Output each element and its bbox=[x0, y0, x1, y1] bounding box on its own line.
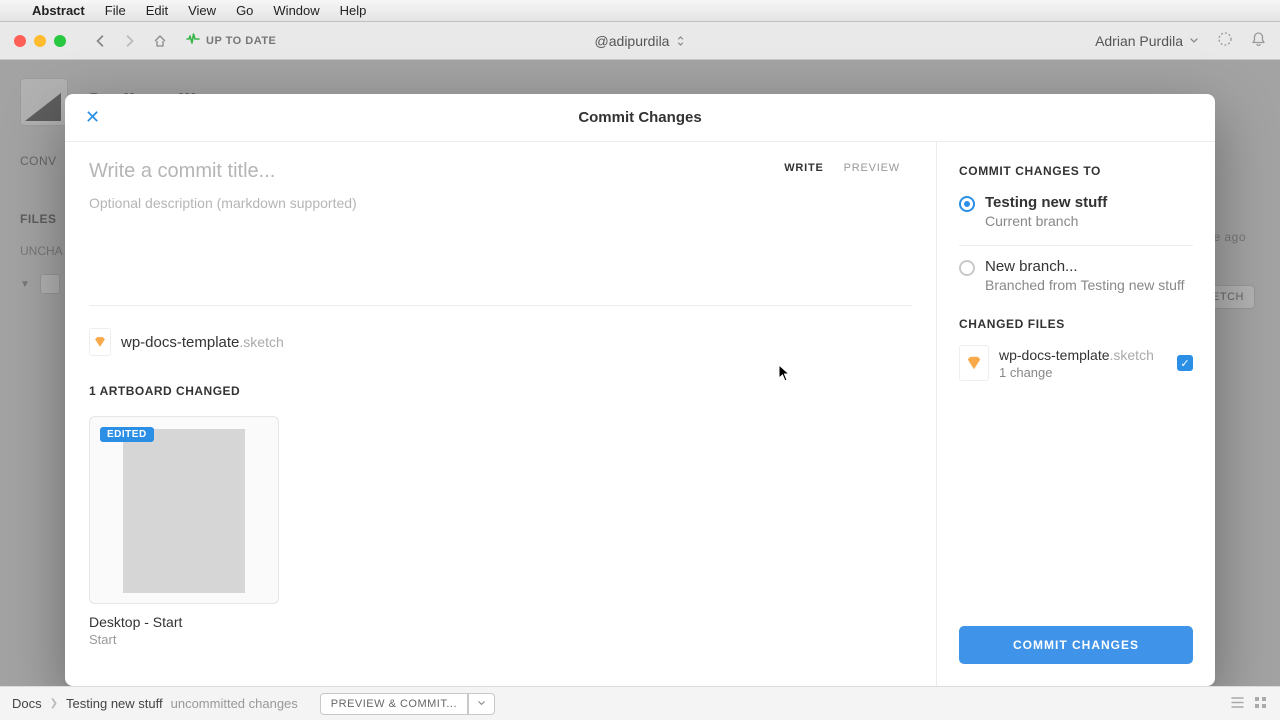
user-name: Adrian Purdila bbox=[1095, 33, 1183, 49]
breadcrumb-branch[interactable]: Testing new stuff bbox=[66, 696, 163, 711]
branch-new-sub: Branched from Testing new stuff bbox=[985, 277, 1184, 293]
sketch-file-icon bbox=[959, 345, 989, 381]
menu-app[interactable]: Abstract bbox=[32, 3, 85, 18]
branch-option-current[interactable]: Testing new stuff Current branch bbox=[959, 194, 1193, 229]
menu-help[interactable]: Help bbox=[340, 3, 367, 18]
changed-file-row[interactable]: wp-docs-template.sketch 1 change ✓ bbox=[959, 345, 1193, 381]
breadcrumb-root[interactable]: Docs bbox=[12, 696, 42, 711]
menu-window[interactable]: Window bbox=[273, 3, 319, 18]
menu-edit[interactable]: Edit bbox=[146, 3, 168, 18]
back-button[interactable] bbox=[88, 29, 112, 53]
grid-view-icon[interactable] bbox=[1253, 695, 1268, 713]
artboard-preview bbox=[123, 429, 245, 593]
changed-file-heading: wp-docs-template.sketch bbox=[89, 328, 912, 356]
forward-button[interactable] bbox=[118, 29, 142, 53]
home-button[interactable] bbox=[148, 29, 172, 53]
modal-title: Commit Changes bbox=[578, 109, 701, 126]
user-menu[interactable]: Adrian Purdila bbox=[1095, 33, 1199, 49]
changed-file-sub: 1 change bbox=[999, 365, 1167, 380]
commit-form-pane: WRITE PREVIEW wp-docs-template.sketch 1 … bbox=[65, 142, 937, 686]
breadcrumb-status: uncommitted changes bbox=[171, 696, 298, 711]
branch-current-sub: Current branch bbox=[985, 213, 1107, 229]
changed-file-name: wp-docs-template bbox=[999, 347, 1110, 363]
divider bbox=[959, 245, 1193, 246]
branch-current-label: Testing new stuff bbox=[985, 194, 1107, 211]
minimize-window-icon[interactable] bbox=[34, 35, 46, 47]
commit-changes-button[interactable]: COMMIT CHANGES bbox=[959, 626, 1193, 664]
context-switcher[interactable]: @adipurdila bbox=[595, 33, 686, 49]
commit-sidebar: COMMIT CHANGES TO Testing new stuff Curr… bbox=[937, 142, 1215, 686]
radio-checked-icon[interactable] bbox=[959, 196, 975, 212]
commit-modal: ✕ Commit Changes WRITE PREVIEW wp- bbox=[65, 94, 1215, 686]
chevron-right-icon: ❯ bbox=[50, 698, 58, 709]
help-icon[interactable] bbox=[1217, 31, 1233, 50]
artboard-sub: Start bbox=[89, 632, 912, 647]
zoom-window-icon[interactable] bbox=[54, 35, 66, 47]
branch-new-label: New branch... bbox=[985, 258, 1184, 275]
artboard-changed-header: 1 ARTBOARD CHANGED bbox=[89, 384, 912, 398]
changed-files-header: CHANGED FILES bbox=[959, 317, 1193, 331]
menu-file[interactable]: File bbox=[105, 3, 126, 18]
notifications-icon[interactable] bbox=[1251, 31, 1266, 50]
file-ext: .sketch bbox=[239, 334, 283, 350]
preview-commit-dropdown[interactable] bbox=[468, 693, 495, 715]
list-view-icon[interactable] bbox=[1230, 695, 1245, 713]
sync-status: UP TO DATE bbox=[186, 32, 276, 49]
breadcrumb-bar: Docs ❯ Testing new stuff uncommitted cha… bbox=[0, 686, 1280, 720]
tab-preview[interactable]: PREVIEW bbox=[844, 162, 900, 174]
commit-description-input[interactable] bbox=[89, 195, 912, 211]
include-file-checkbox[interactable]: ✓ bbox=[1177, 355, 1193, 371]
chevron-down-icon bbox=[477, 700, 486, 707]
preview-commit-button[interactable]: PREVIEW & COMMIT... bbox=[320, 693, 468, 715]
artboard-title: Desktop - Start bbox=[89, 614, 912, 630]
context-handle: @adipurdila bbox=[595, 33, 670, 49]
commit-title-input[interactable] bbox=[89, 160, 706, 183]
updown-caret-icon bbox=[675, 35, 685, 47]
menu-view[interactable]: View bbox=[188, 3, 216, 18]
chevron-down-icon bbox=[1189, 37, 1199, 45]
changed-file-ext: .sketch bbox=[1110, 347, 1154, 363]
menu-go[interactable]: Go bbox=[236, 3, 253, 18]
radio-unchecked-icon[interactable] bbox=[959, 260, 975, 276]
modal-header: ✕ Commit Changes bbox=[65, 94, 1215, 142]
edited-badge: EDITED bbox=[100, 427, 154, 442]
sketch-file-icon bbox=[89, 328, 111, 356]
heartbeat-icon bbox=[186, 32, 200, 49]
close-window-icon[interactable] bbox=[14, 35, 26, 47]
mac-menubar: Abstract File Edit View Go Window Help bbox=[0, 0, 1280, 22]
artboard-card[interactable]: EDITED bbox=[89, 416, 279, 604]
close-icon[interactable]: ✕ bbox=[85, 107, 100, 128]
file-name: wp-docs-template bbox=[121, 334, 239, 351]
commit-to-header: COMMIT CHANGES TO bbox=[959, 164, 1193, 178]
tab-write[interactable]: WRITE bbox=[784, 162, 823, 174]
window-controls[interactable] bbox=[14, 35, 66, 47]
app-toolbar: UP TO DATE @adipurdila Adrian Purdila bbox=[0, 22, 1280, 60]
sync-status-label: UP TO DATE bbox=[206, 35, 276, 47]
branch-option-new[interactable]: New branch... Branched from Testing new … bbox=[959, 258, 1193, 293]
